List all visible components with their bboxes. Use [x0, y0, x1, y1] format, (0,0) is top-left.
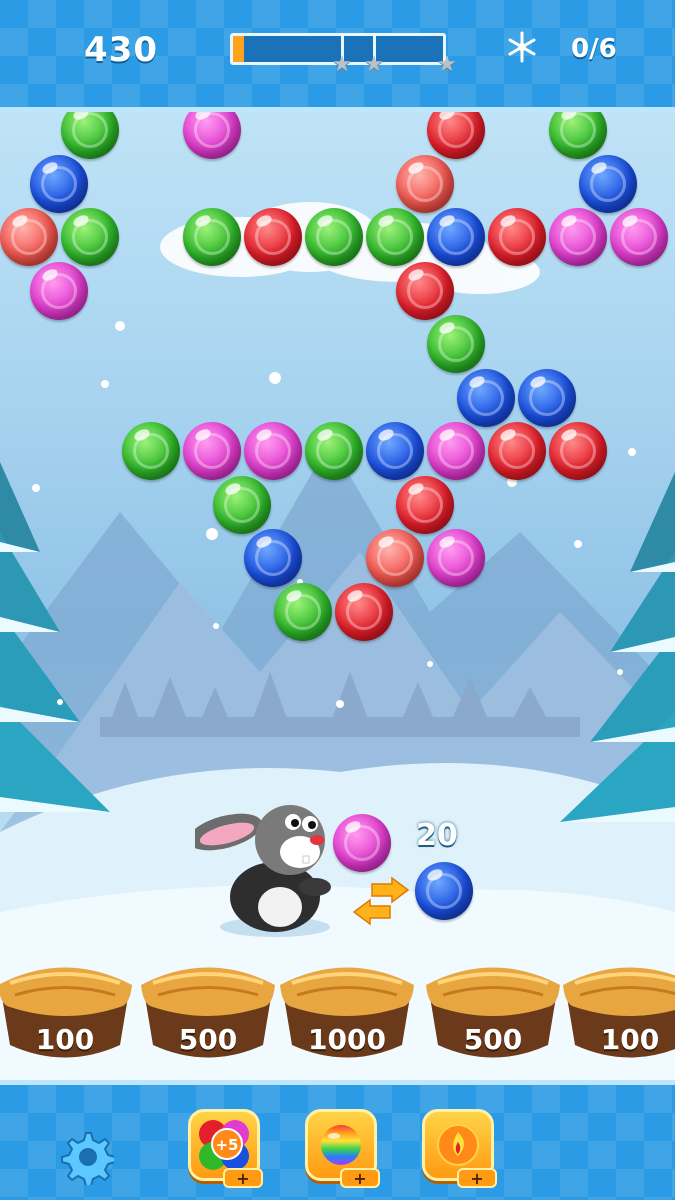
pink-bubble: [548, 208, 607, 267]
pink-bubble: [30, 261, 88, 320]
score-nest: 100: [0, 945, 140, 1070]
blue-bubble: [426, 208, 485, 267]
pink-bubble: [609, 208, 668, 267]
pink-bubble: [243, 422, 302, 481]
salmon-bubble: [0, 208, 58, 267]
salmon-bubble: [396, 154, 454, 213]
nest-points-label: 1000: [308, 1023, 386, 1056]
points-popup: 20: [416, 818, 458, 853]
green-bubble: [182, 208, 241, 267]
booster-badge: +5: [215, 1136, 238, 1154]
nest-row: 100 500 1000 500 100: [0, 945, 675, 1080]
green-bubble: [304, 208, 363, 267]
playfield[interactable]: 20 100 500 1000 500 100: [0, 112, 675, 1080]
add-booster-button[interactable]: +: [457, 1168, 497, 1188]
green-bubble: [365, 208, 424, 267]
salmon-bubble: [365, 529, 424, 588]
star-icon: ★: [437, 52, 457, 77]
add-booster-button[interactable]: +: [223, 1168, 263, 1188]
star-icon: ★: [364, 52, 384, 77]
gear-icon[interactable]: [58, 1129, 114, 1185]
score-nest: 100: [555, 945, 675, 1070]
red-bubble: [487, 208, 546, 267]
score-display: 430: [84, 30, 158, 70]
next-bubble[interactable]: [415, 862, 473, 920]
red-bubble: [396, 475, 454, 534]
nest-points-label: 100: [600, 1023, 660, 1056]
snowflake-icon: [508, 31, 536, 63]
nest-points-label: 500: [463, 1023, 523, 1056]
red-bubble: [487, 422, 546, 481]
blue-bubble: [30, 154, 88, 213]
booster-fire-bubble-button[interactable]: +: [422, 1109, 497, 1188]
green-bubble: [274, 582, 332, 641]
blue-bubble: [365, 422, 424, 481]
progress-fill: [233, 36, 244, 62]
pink-bubble: [182, 422, 241, 481]
nest-points-label: 500: [178, 1023, 238, 1056]
score-nest: 500: [418, 945, 568, 1070]
swap-arrows-icon[interactable]: [352, 876, 410, 926]
star-icon: ★: [332, 52, 352, 77]
red-bubble: [396, 261, 454, 320]
booster-rainbow-bubble-button[interactable]: +: [305, 1109, 380, 1188]
green-bubble: [213, 475, 271, 534]
blue-bubble: [457, 368, 515, 427]
blue-bubble: [518, 368, 576, 427]
score-nest: 1000: [272, 945, 422, 1070]
current-bubble[interactable]: [333, 814, 391, 872]
booster-extra-bubbles-button[interactable]: +5 +: [188, 1109, 263, 1188]
goal-counter: 0/6: [571, 34, 617, 64]
blue-bubble: [243, 529, 302, 588]
green-bubble: [60, 208, 119, 267]
red-bubble: [548, 422, 607, 481]
blue-bubble: [579, 154, 637, 213]
green-bubble: [426, 315, 485, 374]
top-hud: 430 ★ ★ ★ 0/6: [0, 0, 675, 112]
bottom-toolbar: +5 + + +: [0, 1080, 675, 1200]
pink-bubble: [426, 422, 485, 481]
nest-points-label: 100: [35, 1023, 95, 1056]
pink-bubble: [426, 529, 485, 588]
green-bubble: [121, 422, 180, 481]
add-booster-button[interactable]: +: [340, 1168, 380, 1188]
red-bubble: [335, 582, 393, 641]
green-bubble: [304, 422, 363, 481]
red-bubble: [243, 208, 302, 267]
score-nest: 500: [133, 945, 283, 1070]
bunny-icon: [195, 805, 331, 937]
